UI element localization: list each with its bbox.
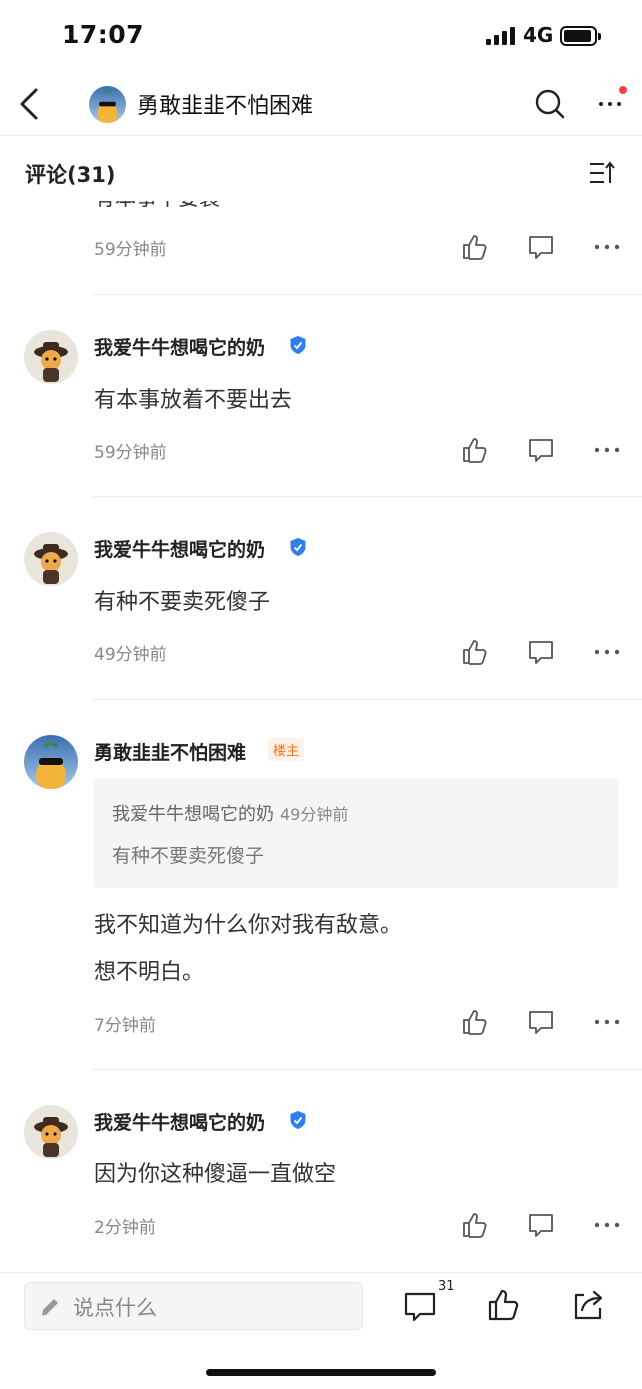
quoted-comment[interactable]: 我爱牛牛想喝它的奶 49分钟前 有种不要卖死傻子 xyxy=(94,779,618,888)
home-indicator xyxy=(206,1369,436,1376)
comment-content: 因为你这种傻逼一直做空 xyxy=(94,1162,337,1187)
comments-header: 评论(31) xyxy=(0,137,642,201)
avatar[interactable] xyxy=(24,1105,78,1159)
more-icon[interactable] xyxy=(592,435,622,465)
quote-line: 我爱牛牛想喝它的奶 49分钟前 xyxy=(112,800,348,826)
comment-count: 31 xyxy=(438,1279,455,1294)
input-placeholder: 说点什么 xyxy=(73,1296,157,1320)
comment-icon[interactable] xyxy=(526,637,556,667)
comment-content: 有种不要卖死傻子 xyxy=(94,590,271,615)
comment-content-line2: 想不明白。 xyxy=(94,960,205,985)
comment-icon[interactable] xyxy=(526,232,556,262)
author-avatar[interactable] xyxy=(24,735,78,789)
quote-time: 49分钟前 xyxy=(280,805,349,824)
author-avatar[interactable] xyxy=(89,86,126,123)
comment-time: 59分钟前 xyxy=(94,240,167,260)
like-icon[interactable] xyxy=(486,1287,522,1323)
like-icon[interactable] xyxy=(460,637,490,667)
comments-title: 评论(31) xyxy=(25,163,116,187)
username[interactable]: 勇敢韭韭不怕困难 xyxy=(94,738,246,765)
like-icon[interactable] xyxy=(460,1210,490,1240)
more-icon[interactable] xyxy=(592,1007,622,1037)
more-icon[interactable] xyxy=(592,1210,622,1240)
op-badge: 楼主 xyxy=(268,738,305,761)
comment-time: 2分钟前 xyxy=(94,1218,156,1238)
share-icon[interactable] xyxy=(570,1287,606,1323)
comment-content: 有本事放着不要出去 xyxy=(94,388,293,413)
comment-time: 7分钟前 xyxy=(94,1016,156,1036)
divider xyxy=(93,294,642,295)
comment-time: 59分钟前 xyxy=(94,443,167,463)
battery-icon xyxy=(560,26,601,46)
nav-title: 勇敢韭韭不怕困难 xyxy=(137,94,314,119)
username[interactable]: 我爱牛牛想喝它的奶 xyxy=(94,535,265,562)
status-time: 17:07 xyxy=(62,20,145,49)
avatar[interactable] xyxy=(24,330,78,384)
avatar[interactable] xyxy=(24,532,78,586)
comment-icon[interactable] xyxy=(402,1289,438,1325)
signal-icon xyxy=(486,27,518,45)
divider xyxy=(93,496,642,497)
verified-icon xyxy=(290,336,306,354)
quote-username: 我爱牛牛想喝它的奶 xyxy=(112,804,274,825)
network-type: 4G xyxy=(523,23,554,47)
search-icon[interactable] xyxy=(532,86,568,122)
comment-content-line1: 我不知道为什么你对我有敌意。 xyxy=(94,913,403,938)
like-icon[interactable] xyxy=(460,232,490,262)
nav-bar: 勇敢韭韭不怕困难 xyxy=(0,72,642,136)
quote-content: 有种不要卖死傻子 xyxy=(112,845,265,867)
divider xyxy=(93,699,642,700)
comment-icon[interactable] xyxy=(526,1007,556,1037)
verified-icon xyxy=(290,1111,306,1129)
like-icon[interactable] xyxy=(460,435,490,465)
notification-dot xyxy=(619,86,627,94)
verified-icon xyxy=(290,538,306,556)
comment-time: 49分钟前 xyxy=(94,645,167,665)
username[interactable]: 我爱牛牛想喝它的奶 xyxy=(94,333,265,360)
divider xyxy=(93,1069,642,1070)
comment-input[interactable]: 说点什么 xyxy=(24,1282,363,1330)
more-icon[interactable] xyxy=(592,637,622,667)
more-icon[interactable] xyxy=(592,232,622,262)
status-bar: 17:07 4G xyxy=(0,0,642,72)
pencil-icon xyxy=(41,1299,58,1316)
sort-icon[interactable] xyxy=(588,161,616,187)
username[interactable]: 我爱牛牛想喝它的奶 xyxy=(94,1108,265,1135)
comment-icon[interactable] xyxy=(526,435,556,465)
bottom-bar: 说点什么 31 xyxy=(0,1272,642,1389)
like-icon[interactable] xyxy=(460,1007,490,1037)
back-icon[interactable] xyxy=(12,84,52,124)
comment-icon[interactable] xyxy=(526,1210,556,1240)
